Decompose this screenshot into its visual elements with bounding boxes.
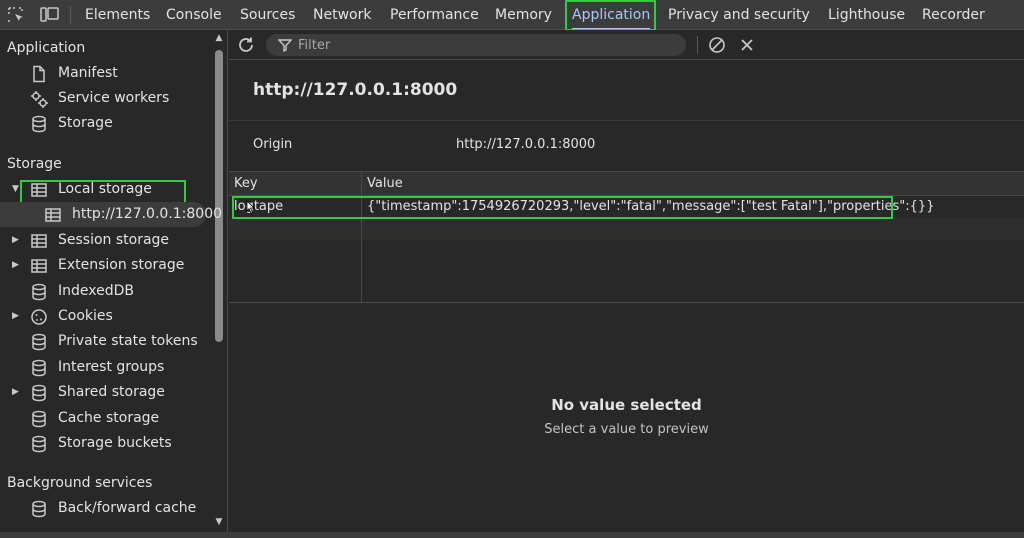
toolbar-divider bbox=[697, 36, 698, 54]
database-icon bbox=[30, 384, 48, 402]
tab-network[interactable]: Network bbox=[313, 0, 371, 30]
table-icon bbox=[30, 181, 48, 199]
scroll-up-arrow-icon[interactable]: ▲ bbox=[214, 34, 224, 43]
device-toolbar-icon[interactable] bbox=[40, 6, 59, 24]
database-icon bbox=[30, 283, 48, 301]
tab-console[interactable]: Console bbox=[166, 0, 222, 30]
table-row[interactable]: logtape {"timestamp":1754926720293,"leve… bbox=[229, 196, 1024, 218]
document-icon bbox=[30, 65, 48, 83]
local-storage-panel: http://127.0.0.1:8000 Origin http://127.… bbox=[229, 30, 1024, 538]
tab-privacy-and-security[interactable]: Privacy and security bbox=[668, 0, 810, 30]
sidebar-item-label: Shared storage bbox=[58, 384, 165, 400]
devtools-tab-bar: Elements Console Sources Network Perform… bbox=[0, 0, 1024, 30]
table-icon bbox=[30, 257, 48, 275]
bottom-scroll-track bbox=[0, 532, 1024, 538]
header-divider bbox=[229, 120, 1024, 121]
database-icon bbox=[30, 500, 48, 518]
sidebar-item-label: Session storage bbox=[58, 232, 170, 248]
sidebar-item-label: Extension storage bbox=[58, 257, 185, 273]
inspect-element-icon[interactable] bbox=[7, 6, 25, 24]
filter-input[interactable] bbox=[298, 34, 668, 56]
sidebar-item-service-workers[interactable]: Service workers bbox=[0, 86, 210, 111]
application-sidebar: ▲ ▼ Application Manifest Service workers… bbox=[0, 30, 228, 538]
toolbar-divider bbox=[70, 6, 71, 24]
database-icon bbox=[30, 410, 48, 428]
sidebar-scrollbar[interactable] bbox=[215, 50, 223, 342]
column-header-value[interactable]: Value bbox=[362, 172, 1024, 196]
filter-icon bbox=[277, 38, 293, 53]
sidebar-item-session-storage[interactable]: ▶ Session storage bbox=[0, 228, 210, 253]
sidebar-item-label: Storage bbox=[58, 115, 113, 131]
filter-field[interactable] bbox=[266, 34, 686, 56]
storage-toolbar bbox=[229, 30, 1024, 60]
column-header-key[interactable]: Key bbox=[229, 172, 361, 196]
sidebar-item-label: Back/forward cache bbox=[58, 500, 197, 516]
expand-arrow-right-icon[interactable]: ▶ bbox=[12, 253, 22, 278]
tab-application[interactable]: Application bbox=[572, 0, 651, 30]
refresh-icon[interactable] bbox=[237, 36, 255, 54]
expand-arrow-right-icon[interactable]: ▶ bbox=[12, 380, 22, 405]
empty-table-row bbox=[229, 218, 1024, 240]
origin-label: Origin bbox=[253, 137, 293, 152]
column-divider bbox=[361, 172, 362, 302]
sidebar-item-cache-storage[interactable]: Cache storage bbox=[0, 406, 210, 431]
tab-memory[interactable]: Memory bbox=[495, 0, 552, 30]
tab-elements[interactable]: Elements bbox=[85, 0, 150, 30]
sidebar-item-label: Cookies bbox=[58, 308, 113, 324]
database-icon bbox=[30, 359, 48, 377]
sidebar-item-origin-127-0-0-1-8000[interactable]: http://127.0.0.1:8000 bbox=[0, 202, 222, 227]
database-icon bbox=[30, 435, 48, 453]
origin-value: http://127.0.0.1:8000 bbox=[456, 137, 596, 152]
row-value: {"timestamp":1754926720293,"level":"fata… bbox=[367, 199, 935, 214]
scroll-down-arrow-icon[interactable]: ▼ bbox=[214, 518, 224, 527]
sidebar-item-label: Manifest bbox=[58, 65, 118, 81]
sidebar-item-label: Interest groups bbox=[58, 359, 165, 375]
sidebar-item-extension-storage[interactable]: ▶ Extension storage bbox=[0, 253, 210, 278]
mouse-cursor-icon bbox=[246, 200, 256, 214]
tab-recorder[interactable]: Recorder bbox=[922, 0, 985, 30]
sidebar-item-indexeddb[interactable]: IndexedDB bbox=[0, 279, 210, 304]
sidebar-item-label: Storage buckets bbox=[58, 435, 172, 451]
sidebar-item-storage[interactable]: Storage bbox=[0, 111, 210, 136]
sidebar-item-label: IndexedDB bbox=[58, 283, 134, 299]
sidebar-item-cookies[interactable]: ▶ Cookies bbox=[0, 304, 210, 329]
tab-performance[interactable]: Performance bbox=[390, 0, 479, 30]
preview-empty-title: No value selected bbox=[551, 396, 702, 414]
section-title-storage: Storage bbox=[7, 156, 62, 172]
sidebar-item-manifest[interactable]: Manifest bbox=[0, 61, 210, 86]
origin-header-title: http://127.0.0.1:8000 bbox=[253, 80, 458, 100]
clear-all-icon[interactable] bbox=[708, 36, 726, 54]
delete-selected-icon[interactable] bbox=[739, 37, 755, 53]
expand-arrow-right-icon[interactable]: ▶ bbox=[12, 228, 22, 253]
sidebar-item-interest-groups[interactable]: Interest groups bbox=[0, 355, 210, 380]
sidebar-item-label: Service workers bbox=[58, 90, 170, 106]
database-icon bbox=[30, 115, 48, 133]
sidebar-item-label: Cache storage bbox=[58, 410, 160, 426]
gears-icon bbox=[30, 90, 48, 108]
sidebar-item-storage-buckets[interactable]: Storage buckets bbox=[0, 431, 210, 456]
storage-table: Key Value logtape {"timestamp":175492672… bbox=[229, 171, 1024, 303]
sidebar-item-local-storage[interactable]: ▼ Local storage bbox=[0, 177, 210, 202]
row-key: logtape bbox=[234, 199, 284, 214]
table-icon bbox=[44, 206, 62, 224]
sidebar-item-shared-storage[interactable]: ▶ Shared storage bbox=[0, 380, 210, 405]
sidebar-item-private-state-tokens[interactable]: Private state tokens bbox=[0, 329, 210, 354]
sidebar-item-back-forward-cache[interactable]: Back/forward cache bbox=[0, 496, 210, 521]
tab-lighthouse[interactable]: Lighthouse bbox=[828, 0, 905, 30]
expand-arrow-down-icon[interactable]: ▼ bbox=[12, 177, 22, 202]
section-title-background-services: Background services bbox=[7, 475, 153, 491]
database-icon bbox=[30, 333, 48, 351]
sidebar-item-label: http://127.0.0.1:8000 bbox=[72, 206, 223, 222]
section-title-application: Application bbox=[7, 40, 86, 56]
table-icon bbox=[30, 232, 48, 250]
tab-sources[interactable]: Sources bbox=[240, 0, 295, 30]
sidebar-item-label: Private state tokens bbox=[58, 333, 198, 349]
preview-empty-subtitle: Select a value to preview bbox=[544, 422, 709, 437]
sidebar-item-label: Local storage bbox=[58, 181, 152, 197]
expand-arrow-right-icon[interactable]: ▶ bbox=[12, 304, 22, 329]
cookie-icon bbox=[30, 308, 48, 326]
